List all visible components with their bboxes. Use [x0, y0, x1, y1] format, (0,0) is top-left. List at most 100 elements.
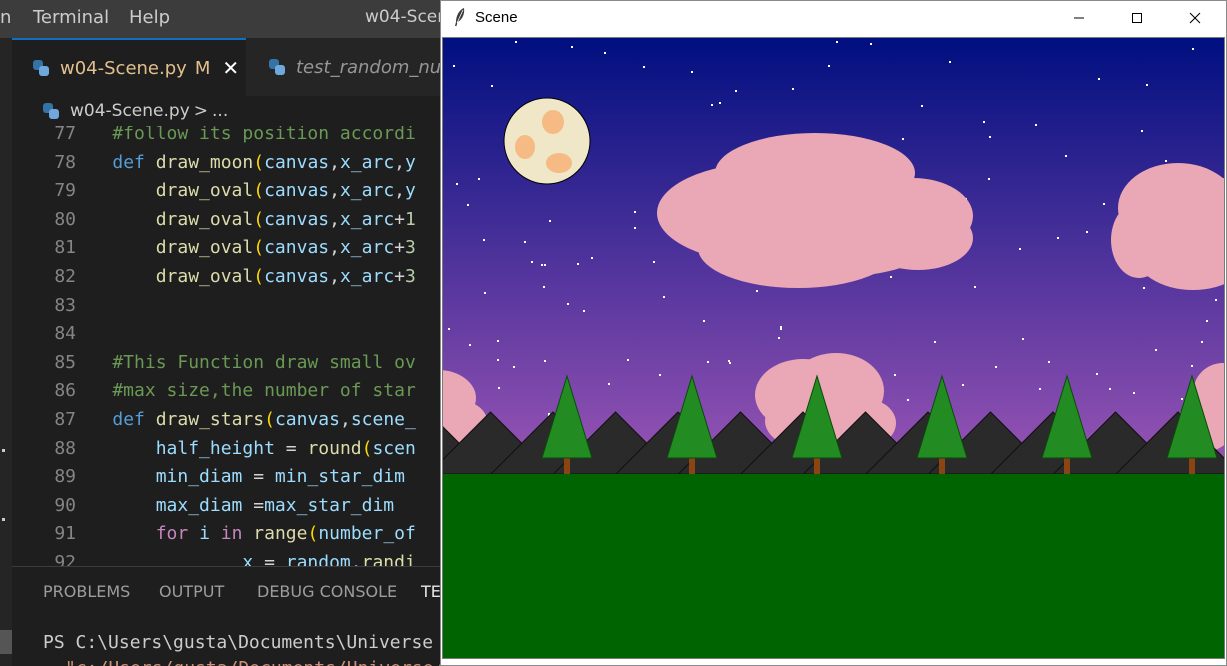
gutter-dot [2, 518, 5, 521]
star [907, 399, 909, 401]
star [870, 43, 872, 45]
star [531, 261, 533, 263]
scene-canvas[interactable] [443, 38, 1224, 658]
code-text: min_diam = min_star_dim [155, 466, 405, 488]
star [634, 211, 636, 213]
star [729, 362, 731, 364]
close-button[interactable] [1166, 1, 1224, 35]
breadcrumb-file[interactable]: w04-Scene.py [70, 101, 190, 121]
tab-w04-scene[interactable]: w04-Scene.py M ✕ [12, 38, 246, 96]
python-file-icon [268, 58, 286, 76]
star [1035, 124, 1037, 126]
star [484, 292, 486, 294]
star [478, 178, 480, 180]
star [890, 276, 892, 278]
star [541, 264, 543, 266]
star [836, 41, 838, 43]
tab-debug-console[interactable]: DEBUG CONSOLE [257, 582, 397, 601]
line-number: 92 [54, 552, 76, 566]
code-text: draw_oval(canvas,x_arc+3 [155, 266, 416, 287]
line-number: 80 [54, 208, 76, 230]
maximize-icon [1132, 13, 1142, 23]
minimize-button[interactable] [1050, 1, 1108, 35]
star [1143, 287, 1145, 289]
tree-trunk [689, 457, 695, 474]
menu-item-view[interactable]: n [0, 7, 11, 28]
tab-problems[interactable]: PROBLEMS [43, 582, 130, 601]
tree-trunk [564, 457, 570, 474]
star [583, 310, 585, 312]
line-number: 78 [54, 151, 76, 173]
star [988, 178, 990, 180]
star [524, 241, 526, 243]
star [719, 102, 721, 104]
code-text: x = random.randi [242, 552, 416, 566]
tree-trunk [939, 457, 945, 474]
scene-titlebar[interactable]: Scene [441, 1, 1226, 35]
star [659, 374, 661, 376]
star [498, 387, 500, 389]
star [497, 359, 499, 361]
star [1019, 248, 1021, 250]
star [513, 366, 515, 368]
star [778, 337, 780, 339]
code-text: #This Function draw small ov [69, 351, 416, 373]
star [1192, 48, 1194, 50]
close-icon[interactable]: ✕ [222, 56, 239, 80]
star [543, 286, 545, 288]
tab-terminal[interactable]: TE [421, 582, 441, 601]
star [456, 183, 458, 185]
star [663, 296, 665, 298]
star [608, 383, 610, 385]
menu-item-terminal[interactable]: Terminal [33, 7, 109, 28]
line-number: 85 [54, 351, 76, 373]
star [634, 227, 636, 229]
star [1191, 365, 1193, 367]
star [515, 41, 517, 43]
star [1155, 349, 1157, 351]
tab-label: test_random_num [296, 56, 459, 78]
maximize-button[interactable] [1108, 1, 1166, 35]
star [707, 361, 709, 363]
window-title: w04-Scen [365, 7, 449, 27]
scene-window-title: Scene [475, 9, 518, 26]
scene-window: Scene [440, 0, 1227, 666]
tree-trunk [1064, 457, 1070, 474]
code-text: #max size,the number of star [69, 380, 416, 402]
code-text: draw_oval(canvas,x_arc,y [155, 180, 416, 202]
moon-crater [515, 135, 535, 159]
star [983, 121, 985, 123]
line-number: 88 [54, 437, 76, 459]
menu-item-help[interactable]: Help [129, 7, 170, 28]
star [728, 360, 730, 362]
star [949, 61, 951, 63]
breadcrumb-symbol[interactable]: ... [212, 101, 228, 121]
line-number: 79 [54, 180, 76, 202]
star [780, 326, 782, 328]
terminal-line: PS C:\Users\gusta\Documents\Universe [43, 632, 434, 653]
terminal-selection-marker [0, 630, 12, 654]
line-number: 81 [54, 237, 76, 259]
star [995, 366, 997, 368]
star [735, 90, 737, 92]
star [653, 261, 655, 263]
star [544, 360, 546, 362]
gutter-dot [2, 449, 5, 452]
line-number: 87 [54, 409, 76, 430]
tab-output[interactable]: OUTPUT [159, 582, 224, 601]
moon [503, 97, 591, 185]
star [1181, 398, 1183, 400]
star [989, 136, 991, 138]
star [1109, 388, 1111, 390]
star [549, 220, 551, 222]
moon-crater [542, 110, 564, 134]
star [604, 52, 606, 54]
star [544, 264, 546, 266]
star [591, 257, 593, 259]
minimize-icon [1074, 17, 1084, 19]
code-text: draw_oval(canvas,x_arc+1 [155, 208, 416, 230]
star [703, 320, 705, 322]
line-number: 86 [54, 380, 76, 402]
star [792, 88, 794, 90]
star [1165, 160, 1167, 162]
